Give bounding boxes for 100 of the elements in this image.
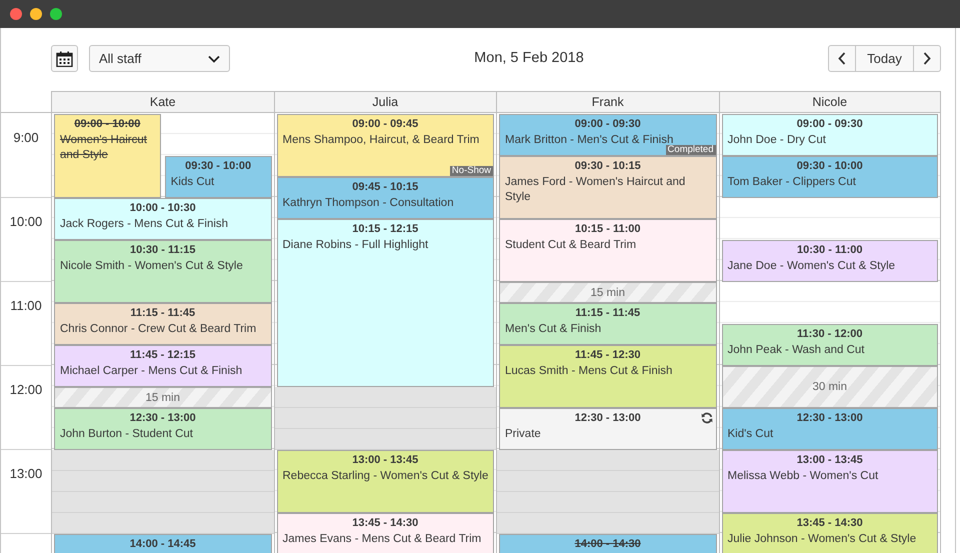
appointment-card[interactable]: 11:45 - 12:30 Lucas Smith - Mens Cut & Finish	[499, 345, 716, 408]
appointment-time: 10:15 - 12:15	[351, 222, 420, 236]
appointment-title: Diane Robins - Full Highlight	[282, 238, 430, 253]
appointment-time: 11:15 - 11:45	[129, 306, 196, 320]
appointment-card[interactable]: 09:30 - 10:00 Kids Cut	[164, 156, 272, 198]
appointment-time: 09:00 - 09:30	[574, 117, 642, 131]
appointment-title: Jack Rogers - Mens Cut & Finish	[59, 217, 230, 232]
appointment-card[interactable]: 12:30 - 13:00 John Burton - Student Cut	[54, 408, 272, 450]
appointment-card[interactable]: 09:00 - 09:45 Mens Shampoo, Haircut, & Beard Trim No-Show	[276, 114, 494, 177]
appointment-time: 09:30 - 10:00	[796, 159, 864, 173]
appointment-time: 12:30 - 13:00	[574, 411, 642, 425]
break-duration: 30 min	[812, 381, 848, 393]
appointment-card[interactable]: 10:30 - 11:15 Nicole Smith - Women's Cut & Style	[54, 240, 272, 303]
appointment-time: 10:00 - 10:30	[128, 201, 197, 215]
appointment-title: Men's Cut & Finish	[504, 322, 602, 337]
appointment-card[interactable]: 13:00 - 13:45 Melissa Webb - Women's Cut	[722, 450, 938, 513]
appointment-card[interactable]: 11:15 - 11:45 Men's Cut & Finish	[499, 303, 716, 345]
zoom-button[interactable]	[50, 8, 62, 20]
appointment-time: 13:45 - 14:30	[351, 516, 420, 530]
appointment-title: John Doe - Dry Cut	[726, 133, 827, 148]
appointment-title: Jane Doe - Women's Cut & Style	[726, 259, 896, 274]
next-button[interactable]	[914, 45, 941, 72]
appointment-card[interactable]: 14:00 - 14:30	[499, 534, 716, 553]
appointment-card[interactable]: 13:45 - 14:30 Julie Johnson - Women's Cut & Style	[722, 513, 938, 553]
appointment-card[interactable]: 13:00 - 13:45 Rebecca Starling - Women's Cut & Style	[276, 450, 494, 513]
appointment-time: 11:45 - 12:30	[574, 348, 642, 362]
appointment-time: 14:00 - 14:30	[574, 537, 642, 551]
appointment-card[interactable]: 12:30 - 13:00 Kid's Cut	[722, 408, 938, 450]
break-duration: 15 min	[145, 392, 180, 404]
appointment-card[interactable]: 09:45 - 10:15 Kathryn Thompson - Consultation	[276, 177, 494, 219]
chevron-right-icon	[923, 52, 931, 65]
appointment-card[interactable]: 09:00 - 10:00 Women's Haircut and Style	[54, 114, 161, 198]
appointment-card[interactable]: 11:30 - 12:00 John Peak - Wash and Cut	[722, 324, 938, 366]
appointment-time: 09:30 - 10:15	[574, 159, 642, 173]
appointment-card[interactable]: 12:30 - 13:00 Private	[499, 408, 716, 450]
appointment-time: 09:00 - 10:00	[73, 117, 142, 131]
appointment-title: Melissa Webb - Women's Cut	[726, 469, 880, 484]
appointment-card[interactable]: 09:00 - 09:30 John Doe - Dry Cut	[722, 114, 938, 156]
staff-header: Nicole	[718, 91, 941, 113]
appointment-time: 13:00 - 13:45	[796, 453, 864, 467]
appointment-time: 10:30 - 11:15	[129, 243, 196, 257]
current-date: Mon, 5 Feb 2018	[473, 49, 585, 66]
appointment-title: Lucas Smith - Mens Cut & Finish	[504, 364, 674, 379]
appointment-title: Kids Cut	[170, 175, 216, 190]
staff-dropdown[interactable]: All staff	[89, 45, 230, 72]
appointment-title: John Burton - Student Cut	[59, 427, 194, 442]
appointment-time: 10:15 - 11:00	[574, 222, 642, 236]
appointment-card[interactable]: 09:00 - 09:30 Mark Britton - Men's Cut & Finish Completed	[499, 114, 716, 156]
appointment-title: John Peak - Wash and Cut	[726, 343, 866, 358]
appointment-time: 10:30 - 11:00	[796, 243, 864, 257]
appointment-title: Chris Connor - Crew Cut & Beard Trim	[59, 322, 258, 337]
appointment-title: Kid's Cut	[726, 427, 774, 442]
appointment-time: 11:30 - 12:00	[796, 327, 864, 341]
appointment-title: Tom Baker - Clippers Cut	[726, 175, 857, 190]
appointment-time: 09:00 - 09:30	[796, 117, 864, 131]
time-label: 13:00	[10, 466, 42, 481]
appointment-card[interactable]: 09:30 - 10:15 James Ford - Women's Haircut and Style	[499, 156, 716, 219]
previous-button[interactable]	[828, 45, 856, 72]
appointment-title: Julie Johnson - Women's Cut & Style	[726, 532, 918, 547]
appointment-card[interactable]: 14:00 - 14:45	[54, 534, 272, 553]
time-label: 9:00	[13, 130, 39, 145]
appointment-time: 12:30 - 13:00	[796, 411, 864, 425]
appointment-title: James Ford - Women's Haircut and Style	[504, 175, 686, 205]
appointment-time: 09:30 - 10:00	[184, 159, 252, 173]
appointment-card[interactable]: 10:30 - 11:00 Jane Doe - Women's Cut & Style	[722, 240, 938, 282]
appointment-title: Mens Shampoo, Haircut, & Beard Trim	[282, 133, 480, 148]
minimize-button[interactable]	[30, 8, 42, 20]
appointment-time: 14:00 - 14:45	[128, 537, 197, 551]
time-label: 10:00	[10, 214, 42, 229]
status-badge: No-Show	[450, 166, 493, 176]
appointment-card[interactable]: 10:15 - 12:15 Diane Robins - Full Highlight	[276, 219, 494, 387]
appointment-title: Nicole Smith - Women's Cut & Style	[59, 259, 244, 274]
appointment-time: 09:00 - 09:45	[351, 117, 420, 131]
close-button[interactable]	[10, 8, 22, 20]
appointment-card[interactable]: 09:30 - 10:00 Tom Baker - Clippers Cut	[722, 156, 938, 198]
status-badge: Completed	[666, 145, 716, 155]
today-button[interactable]: Today	[856, 45, 914, 72]
staff-header: Julia	[274, 91, 496, 113]
appointment-card[interactable]: 10:15 - 11:00 Student Cut & Beard Trim	[499, 219, 716, 282]
appointment-time: 09:45 - 10:15	[351, 180, 420, 194]
appointment-title: Mark Britton - Men's Cut & Finish	[504, 133, 674, 146]
appointment-time: 12:30 - 13:00	[128, 411, 197, 425]
appointment-card[interactable]: 13:45 - 14:30 James Evans - Mens Cut & Beard Trim	[276, 513, 494, 553]
calendar-button[interactable]	[51, 45, 78, 72]
time-label: 11:00	[10, 298, 42, 313]
appointment-card[interactable]: 11:15 - 11:45 Chris Connor - Crew Cut & Beard Trim	[54, 303, 272, 345]
appointment-title: Private	[504, 427, 542, 442]
appointment-card[interactable]: 10:00 - 10:30 Jack Rogers - Mens Cut & Finish	[54, 198, 272, 240]
chevron-down-icon	[208, 54, 220, 62]
appointment-time: 11:15 - 11:45	[574, 306, 642, 320]
staff-header: Kate	[51, 91, 274, 113]
appointment-title: Kathryn Thompson - Consultation	[282, 196, 455, 211]
appointment-time: 13:00 - 13:45	[351, 453, 420, 467]
appointment-title: James Evans - Mens Cut & Beard Trim	[282, 532, 482, 547]
appointment-title: Michael Carper - Mens Cut & Finish	[59, 364, 244, 379]
appointment-title: Student Cut & Beard Trim	[504, 238, 638, 253]
appointment-card[interactable]: 11:45 - 12:15 Michael Carper - Mens Cut & Finish	[54, 345, 272, 387]
appointment-time: 11:45 - 12:15	[129, 348, 196, 362]
appointment-title: Rebecca Starling - Women's Cut & Style	[282, 469, 490, 484]
staff-header: Frank	[496, 91, 718, 113]
